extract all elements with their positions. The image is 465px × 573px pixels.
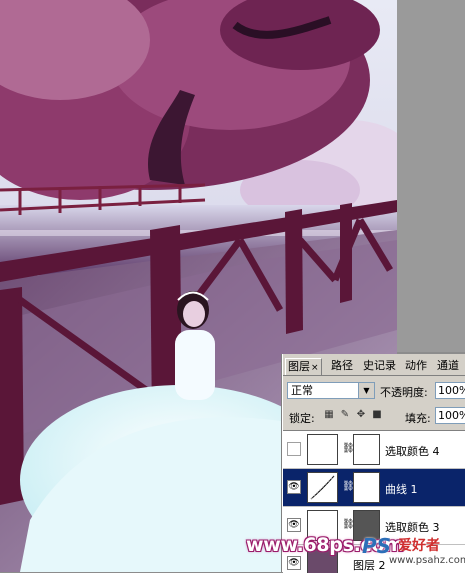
tab-layers-label: 图层 — [288, 360, 310, 373]
tab-paths[interactable]: 路径 — [329, 358, 355, 374]
lock-brush-icon[interactable]: ✎ — [339, 409, 351, 421]
adjustment-icon — [307, 434, 338, 465]
layer-name: 选取颜色 3 — [385, 521, 440, 534]
visibility-toggle[interactable] — [287, 442, 301, 456]
opacity-label: 不透明度: — [380, 386, 428, 399]
layer-name: 图层 2 — [353, 559, 386, 572]
brand-url: www.psahz.com — [389, 555, 465, 566]
tab-actions[interactable]: 动作 — [403, 358, 429, 374]
blend-mode-select[interactable]: 正常 ▼ — [287, 382, 375, 399]
fill-label: 填充: — [405, 412, 431, 425]
layer-mask-thumb — [353, 472, 380, 503]
chevron-down-icon[interactable]: ▼ — [358, 383, 374, 398]
layer-name: 选取颜色 4 — [385, 445, 440, 458]
opacity-input[interactable]: 100% — [435, 382, 465, 399]
lock-move-icon[interactable]: ✥ — [355, 409, 367, 421]
blend-mode-value: 正常 — [291, 384, 313, 397]
panel-tabs: 图层× 路径 史记录 动作 通道 — [283, 358, 465, 376]
brand-name: 爱好者 — [398, 538, 440, 554]
brand-logo: PS — [362, 534, 392, 558]
layer-row[interactable]: 👁 ⛓ 曲线 1 — [283, 469, 465, 507]
lock-label: 锁定: — [289, 412, 315, 425]
layer-row[interactable]: ⛓ 选取颜色 4 — [283, 431, 465, 469]
lock-all-icon[interactable]: ■ — [371, 409, 383, 421]
fill-input[interactable]: 100% — [435, 407, 465, 424]
tab-history[interactable]: 史记录 — [361, 358, 398, 374]
lock-transparency-icon[interactable]: ▦ — [323, 409, 335, 421]
tab-layers[interactable]: 图层× — [285, 358, 322, 375]
eye-icon[interactable]: 👁 — [287, 480, 301, 494]
curves-icon — [307, 472, 338, 503]
close-icon[interactable]: × — [311, 363, 319, 373]
layer-mask-thumb — [353, 434, 380, 465]
eye-icon[interactable]: 👁 — [287, 518, 301, 532]
tab-channels[interactable]: 通道 — [435, 358, 461, 374]
workspace-background — [397, 0, 465, 352]
eye-icon[interactable]: 👁 — [287, 556, 301, 570]
layer-name: 曲线 1 — [385, 483, 418, 496]
